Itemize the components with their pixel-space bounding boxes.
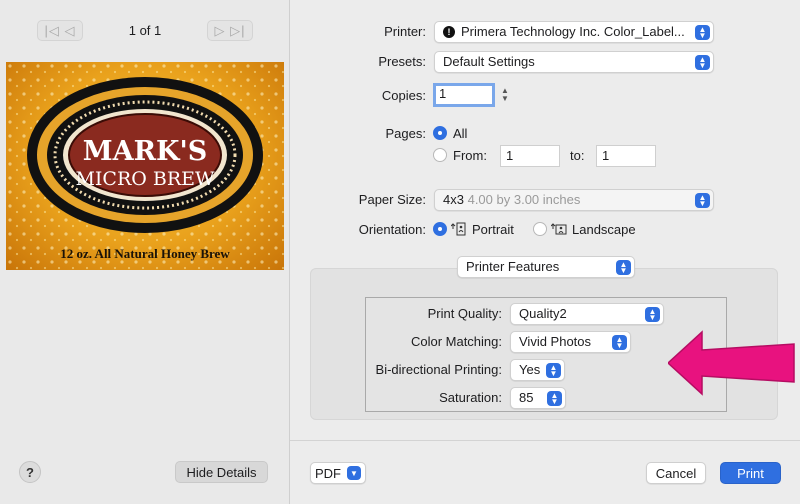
label-preview: MARK'S MICRO BREW 12 oz. All Natural Hon… (6, 62, 284, 270)
copies-label: Copies: (381, 88, 426, 103)
pages-label: Pages: (385, 126, 426, 141)
print-quality-label: Print Quality: (427, 306, 502, 321)
pages-to-field[interactable]: 1 (596, 145, 656, 167)
paper-size-label: Paper Size: (358, 192, 426, 207)
printer-value: Primera Technology Inc. Color_Label... (461, 24, 685, 39)
color-matching-label: Color Matching: (410, 334, 502, 349)
print-quality-value: Quality2 (519, 306, 567, 321)
next-page-button[interactable]: ▷ ▷| (207, 20, 253, 41)
bidirectional-value: Yes (519, 362, 541, 377)
paper-size-detail: 4.00 by 3.00 inches (467, 192, 581, 207)
hide-details-button[interactable]: Hide Details (175, 461, 268, 483)
previous-page-button[interactable]: |◁ ◁ (37, 20, 83, 41)
settings-pane: Printer: ! Primera Technology Inc. Color… (290, 0, 800, 504)
landscape-icon (551, 223, 567, 235)
chevron-updown-icon: ▲ ▼ (547, 391, 562, 406)
dialog-footer: PDF ▼ Cancel Print (290, 440, 800, 504)
orientation-portrait-radio[interactable] (433, 222, 447, 236)
help-button[interactable]: ? (19, 461, 41, 483)
pdf-menu-button[interactable]: PDF ▼ (310, 462, 366, 484)
stepper-down-icon: ▼ (501, 94, 509, 103)
color-matching-value: Vivid Photos (519, 334, 592, 349)
copies-field[interactable]: 1 (433, 83, 495, 107)
pages-from-label: From: (453, 148, 487, 163)
chevron-updown-icon: ▲ ▼ (546, 363, 561, 378)
portrait-icon (451, 222, 466, 236)
orientation-landscape-label: Landscape (572, 222, 636, 237)
features-menu-value: Printer Features (466, 259, 560, 274)
color-matching-select[interactable]: Vivid Photos ▲ ▼ (510, 331, 631, 353)
help-icon: ? (26, 464, 34, 480)
saturation-label: Saturation: (439, 390, 502, 405)
chevron-updown-icon: ▲ ▼ (645, 307, 660, 322)
pages-all-radio[interactable] (433, 126, 447, 140)
preview-pane: |◁ ◁ 1 of 1 ▷ ▷| MARK'S MICRO BREW 12 oz… (0, 0, 290, 504)
orientation-label: Orientation: (358, 222, 426, 237)
printer-select[interactable]: ! Primera Technology Inc. Color_Label...… (434, 21, 714, 43)
printer-status-icon: ! (443, 26, 455, 38)
paper-size-select[interactable]: 4x3 4.00 by 3.00 inches ▲ ▼ (434, 189, 714, 211)
paper-size-value: 4x3 (443, 192, 464, 207)
print-quality-select[interactable]: Quality2 ▲ ▼ (510, 303, 664, 325)
chevron-down-icon: ▼ (347, 466, 361, 480)
chevron-updown-icon: ▲ ▼ (695, 25, 710, 40)
saturation-value: 85 (519, 390, 534, 405)
pages-range-radio[interactable] (433, 148, 447, 162)
label-brand-line2: MICRO BREW (75, 168, 215, 190)
next-last-page-icon: ▷ ▷| (214, 22, 246, 38)
pages-from-field[interactable]: 1 (500, 145, 560, 167)
printer-label: Printer: (384, 24, 426, 39)
pointer-arrow-icon (668, 330, 795, 396)
page-count: 1 of 1 (128, 23, 162, 38)
orientation-landscape-radio[interactable] (533, 222, 547, 236)
saturation-select[interactable]: 85 ▲ ▼ (510, 387, 566, 409)
pdf-label: PDF (315, 465, 341, 481)
features-menu-select[interactable]: Printer Features ▲ ▼ (457, 256, 635, 278)
orientation-portrait-label: Portrait (472, 222, 514, 237)
chevron-updown-icon: ▲ ▼ (695, 55, 710, 70)
presets-value: Default Settings (443, 54, 535, 69)
bidirectional-label: Bi-directional Printing: (375, 362, 502, 377)
chevron-updown-icon: ▲ ▼ (616, 260, 631, 275)
bidirectional-select[interactable]: Yes ▲ ▼ (510, 359, 565, 381)
presets-label: Presets: (378, 54, 426, 69)
copies-stepper[interactable]: ▲ ▼ (499, 84, 511, 106)
first-prev-page-icon: |◁ ◁ (44, 22, 76, 38)
cancel-button[interactable]: Cancel (646, 462, 706, 484)
pages-to-label: to: (570, 148, 585, 163)
pages-all-label: All (453, 126, 468, 141)
chevron-updown-icon: ▲ ▼ (612, 335, 627, 350)
label-tagline: 12 oz. All Natural Honey Brew (60, 246, 230, 261)
label-brand-line1: MARK'S (82, 136, 208, 167)
presets-select[interactable]: Default Settings ▲ ▼ (434, 51, 714, 73)
print-button[interactable]: Print (720, 462, 781, 484)
chevron-updown-icon: ▲ ▼ (695, 193, 710, 208)
